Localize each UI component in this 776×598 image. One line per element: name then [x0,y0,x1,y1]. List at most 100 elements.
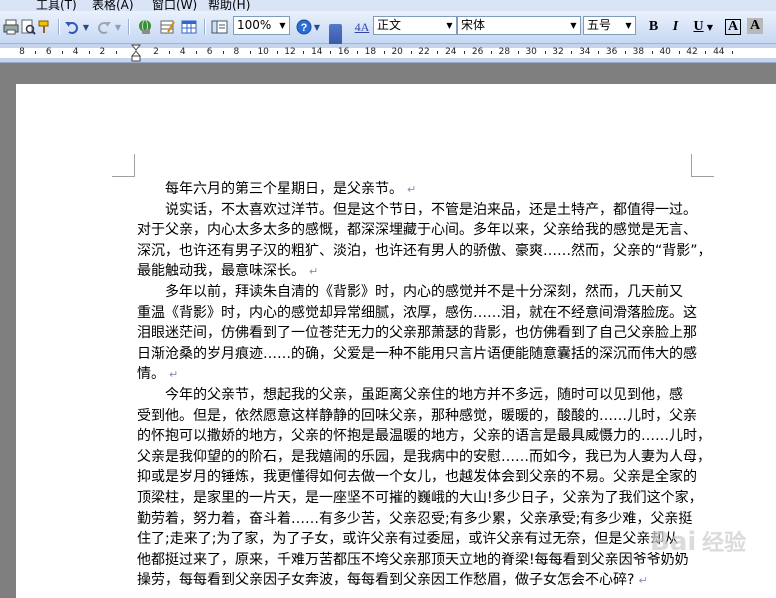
ruler-label: 8 [19,47,25,57]
undo-icon[interactable] [64,17,80,37]
redo-icon[interactable] [96,17,112,37]
document-line[interactable]: 父亲是我仰望的的阶石，是我嬉闹的乐园，是我病中的安慰……而如今，我已为人妻为人母… [137,447,711,468]
chevron-down-icon[interactable]: ▼ [276,17,289,34]
format-painter-icon[interactable] [36,17,54,37]
document-line-text: 受到他。但是，依然愿意这样静静的回味父亲，那种感觉，暖暖的，酸酸的……儿时，父亲 [137,407,697,424]
font-size-combo[interactable]: 五号 ▼ [583,16,636,35]
document-line-text: 抑或是岁月的锤炼，我更懂得如何去做一个女儿，也越发体会到父亲的不易。父亲是全家的 [137,469,697,486]
menu-help[interactable]: 帮助(H) [208,0,250,11]
chevron-down-icon[interactable]: ▼ [622,17,635,34]
help-dropdown-icon[interactable]: ▼ [313,17,321,37]
document-line-text: 勤劳着，努力着，奋斗着……有多少苦，父亲忍受;有多少累，父亲承受;有多少难，父亲… [137,510,693,527]
char-border-button[interactable]: A [725,19,741,35]
document-line-text: 父亲是我仰望的的阶石，是我嬉闹的乐园，是我病中的安慰……而如今，我已为人妻为人母… [137,448,711,465]
toolbar-separator [204,19,205,35]
char-shading-button[interactable]: A [747,18,763,34]
insert-table-icon[interactable] [180,17,198,37]
ruler-tick [437,51,439,54]
document-line[interactable]: 对于父亲，内心太多太多的感慨，都深深埋藏于心间。多年以来，父亲给我的感觉是无言、 [137,220,697,241]
indent-marker[interactable] [130,44,142,62]
document-line-text: 顶梁柱，是家里的一片天，是一座坚不可摧的巍峨的大山!多少日子，父亲为了我们这个家… [137,489,703,506]
ruler-label: 10 [257,47,269,57]
hyperlink-icon[interactable] [136,17,154,37]
ruler-label: 14 [311,47,323,57]
underline-dropdown-icon[interactable]: ▼ [706,17,714,37]
style-combo[interactable]: 正文 ▼ [373,16,457,35]
watermark-logo: Bai 经验 [650,520,760,570]
undo-dropdown-icon[interactable]: ▼ [82,17,90,37]
paragraph-mark-icon: ↵ [407,183,417,196]
menu-bar: 工具(T) 表格(A) 窗口(W) 帮助(H) [0,0,776,11]
document-line[interactable]: 受到他。但是，依然愿意这样静静的回味父亲，那种感觉，暖暖的，酸酸的……儿时，父亲 [137,406,697,427]
underline-button[interactable]: U [690,18,707,35]
styles-formatting-icon[interactable]: 4A [352,17,372,37]
font-combo[interactable]: 宋体 ▼ [457,16,581,35]
ruler-tick [491,51,492,54]
menu-table[interactable]: 表格(A) [92,0,134,11]
ruler-tick [169,51,171,54]
ruler-label: 42 [686,47,698,57]
document-line[interactable]: 他都挺过来了，原来，千难万苦都压不垮父亲那顶天立地的脊梁!每每看到父亲因爷爷奶奶 [137,550,693,571]
document-text[interactable]: 每年六月的第三个星期日，是父亲节。 ↵ 说实话，不太喜欢过洋节。但是这个节日，不管是… [137,179,712,591]
document-map-icon[interactable] [210,17,230,37]
document-line[interactable]: 说实话，不太喜欢过洋节。但是这个节日，不管是泊来品，还是土特产，都值得一过。 [137,200,697,221]
font-size-value: 五号 [587,18,612,32]
chevron-down-icon[interactable]: ▼ [443,17,456,34]
horizontal-ruler[interactable]: 8 6 4 2 2 4 6 8 10 12 14 16 18 20 22 24 26 28 30 32 34 36 38 40… [0,44,776,63]
print-icon[interactable] [2,17,20,37]
document-line[interactable]: 今年的父亲节，想起我的父亲，虽距离父亲住的地方并不多远，随时可以见到他，感 [137,385,693,406]
svg-text:经验: 经验 [702,530,746,556]
redo-dropdown-icon[interactable]: ▼ [114,17,122,37]
bold-button[interactable]: B [645,18,662,35]
ruler-label: 40 [659,47,671,57]
document-line[interactable]: 最能触动我，最意味深长。 ↵ [137,261,693,282]
document-line[interactable]: 深沉，也许还有男子汉的粗犷、淡泊，也许还有男人的骄傲、豪爽……然而，父亲的“背影… [137,241,712,262]
preview-icon[interactable] [20,17,36,37]
ruler-label: 2 [99,47,106,57]
ruler-tick [598,51,600,54]
document-line-text: 今年的父亲节，想起我的父亲，虽距离父亲住的地方并不多远，随时可以见到他，感 [165,386,683,403]
document-line-text: 最能触动我，最意味深长。 [137,263,305,280]
ruler-label: 16 [337,47,350,57]
document-line[interactable]: 重温《背影》时，内心的感觉却异常细腻，浓厚，感伤……泪，就在不经意间滑落脸庞。这 [137,303,697,324]
document-line-text: 操劳，每每看到父亲因子女奔波，每每看到父亲因工作愁眉，做子女怎会不心碎? [137,572,635,589]
style-value: 正文 [377,18,402,32]
toolbar: ▼ ▼ 100% ▼ ? ▼ 4A 正文 ▼ 宋体 ▼ 五号 ▼ B I U ▼… [0,11,776,54]
document-line[interactable]: 每年六月的第三个星期日，是父亲节。 ↵ [137,179,693,200]
ruler-tick [464,51,466,54]
tables-borders-icon[interactable] [158,17,176,37]
ruler-tick [410,51,412,54]
ruler-tick [705,51,707,54]
chevron-down-icon[interactable]: ▼ [567,17,580,34]
zoom-combo[interactable]: 100% ▼ [233,16,290,35]
document-line[interactable]: 勤劳着，努力着，奋斗着……有多少苦，父亲忍受;有多少累，父亲承受;有多少难，父亲… [137,509,693,530]
menu-tools[interactable]: 工具(T) [36,0,77,11]
document-line[interactable]: 情。 ↵ [137,364,693,385]
document-line[interactable]: 抑或是岁月的锤炼，我更懂得如何去做一个女儿，也越发体会到父亲的不易。父亲是全家的 [137,467,697,488]
document-line[interactable]: 住了;走来了;为了家，为了子女，或许父亲有过委屈，或许父亲有过无奈，但是父亲却从 [137,529,693,550]
ruler-tick [303,51,305,54]
ruler-tick [678,51,680,54]
document-line[interactable]: 日渐沧桑的岁月痕迹……的确，父爱是一种不能用只言片语便能随意囊括的深沉而伟大的感 [137,344,697,365]
ruler-tick [223,51,224,54]
ruler-tick [625,51,626,54]
document-line[interactable]: 泪眼迷茫间，仿佛看到了一位苍茫无力的父亲那萧瑟的背影，也仿佛看到了自己父亲脸上那 [137,323,697,344]
svg-text:Bai: Bai [650,527,696,557]
document-line-text: 泪眼迷茫间，仿佛看到了一位苍茫无力的父亲那萧瑟的背影，也仿佛看到了自己父亲脸上那 [137,325,697,342]
ruler-label: 2 [153,47,159,57]
document-line-text: 他都挺过来了，原来，千难万苦都压不垮父亲那顶天立地的脊梁!每每看到父亲因爷爷奶奶 [137,551,689,568]
ruler-label: 30 [525,47,537,57]
document-line[interactable]: 操劳，每每看到父亲因子女奔波，每每看到父亲因工作愁眉，做子女怎会不心碎? ↵ [137,570,693,591]
menu-window[interactable]: 窗口(W) [152,0,197,11]
ruler-label: 34 [579,47,591,57]
ruler-label: 38 [632,47,645,57]
ruler-tick [196,51,198,54]
document-line[interactable]: 多年以前，拜读朱自清的《背影》时，内心的感觉并不是十分深刻，然而，几天前又 [137,282,693,303]
document-line-text: 情。 [137,366,165,383]
ruler-label: 28 [498,47,511,57]
help-icon[interactable]: ? [295,17,313,37]
document-line[interactable]: 顶梁柱，是家里的一片天，是一座坚不可摧的巍峨的大山!多少日子，父亲为了我们这个家… [137,488,703,509]
document-line[interactable]: 的怀抱可以撒娇的地方，父亲的怀抱是最温暖的地方，父亲的语言是最具威慑力的……儿时… [137,426,711,447]
ruler-tick [732,51,734,54]
italic-button[interactable]: I [667,18,684,35]
